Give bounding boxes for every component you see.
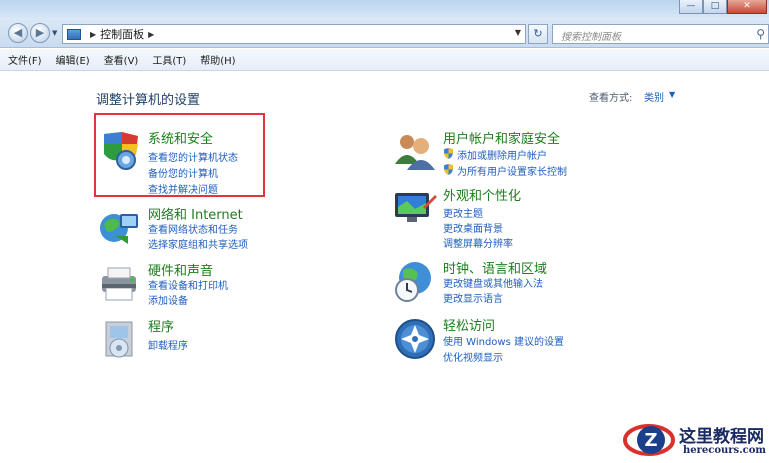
category-title[interactable]: 程序: [148, 316, 174, 335]
forward-button[interactable]: ▶: [30, 23, 50, 43]
chevron-down-icon[interactable]: ▼: [669, 90, 675, 99]
link-parental-controls[interactable]: 为所有用户设置家长控制: [443, 163, 567, 178]
view-by-label: 查看方式:: [589, 93, 633, 104]
link-change-theme[interactable]: 更改主题: [443, 205, 483, 220]
close-button[interactable]: ✕: [727, 0, 767, 14]
link-screen-resolution[interactable]: 调整屏幕分辨率: [443, 235, 513, 250]
link-desktop-background[interactable]: 更改桌面背景: [443, 220, 503, 235]
page-title: 调整计算机的设置: [96, 93, 201, 108]
menu-edit[interactable]: 编辑(E): [56, 52, 90, 67]
menu-bar: 文件(F) 编辑(E) 查看(V) 工具(T) 帮助(H): [0, 49, 769, 71]
link-display-language[interactable]: 更改显示语言: [443, 290, 503, 305]
navigation-bar: ◀ ▶ ▼ ▶ 控制面板 ▶ ▼ ↻ 搜索控制面板 ⚲: [0, 18, 769, 48]
category-title[interactable]: 轻松访问: [443, 315, 495, 334]
control-panel-icon: [67, 28, 81, 40]
category-title[interactable]: 外观和个性化: [443, 185, 521, 204]
ease-of-access-icon[interactable]: [393, 317, 437, 361]
search-input[interactable]: 搜索控制面板: [561, 28, 621, 43]
back-button[interactable]: ◀: [8, 23, 28, 43]
menu-tools[interactable]: 工具(T): [152, 52, 186, 67]
link-network-status[interactable]: 查看网络状态和任务: [148, 221, 238, 236]
search-box[interactable]: 搜索控制面板 ⚲: [552, 24, 769, 44]
menu-view[interactable]: 查看(V): [104, 52, 139, 67]
programs-disc-icon[interactable]: [98, 318, 142, 362]
link-keyboard-input[interactable]: 更改键盘或其他输入法: [443, 275, 543, 290]
watermark-domain: herecours.com: [683, 445, 767, 456]
watermark-logo: Z: [623, 424, 675, 456]
minimize-button[interactable]: —: [679, 0, 703, 14]
address-bar[interactable]: ▶ 控制面板 ▶ ▼: [62, 24, 526, 44]
uac-shield-icon: [444, 148, 453, 159]
link-devices-printers[interactable]: 查看设备和打印机: [148, 277, 228, 292]
menu-file[interactable]: 文件(F): [8, 52, 42, 67]
link-optimize-display[interactable]: 优化视频显示: [443, 349, 503, 364]
svg-text:Z: Z: [644, 430, 657, 451]
breadcrumb-chevron-icon[interactable]: ▶: [90, 30, 96, 39]
link-add-remove-users[interactable]: 添加或删除用户帐户: [443, 147, 547, 162]
watermark-text: 这里教程网: [679, 427, 764, 447]
breadcrumb-control-panel[interactable]: 控制面板: [100, 26, 144, 42]
search-icon[interactable]: ⚲: [756, 27, 765, 41]
history-dropdown-icon[interactable]: ▼: [52, 29, 57, 37]
caption-buttons: — □ ✕: [679, 0, 767, 14]
monitor-paint-icon[interactable]: [393, 187, 437, 231]
link-label: 添加或删除用户帐户: [457, 151, 547, 162]
address-dropdown-icon[interactable]: ▼: [515, 28, 521, 37]
breadcrumb-chevron-icon[interactable]: ▶: [148, 30, 154, 39]
category-title[interactable]: 用户帐户和家庭安全: [443, 128, 560, 147]
menu-help[interactable]: 帮助(H): [200, 52, 235, 67]
control-panel-content: 调整计算机的设置 查看方式: 类别 ▼ 系统和安全 查看您的计算机状态 备份您的…: [0, 72, 769, 463]
link-homegroup[interactable]: 选择家庭组和共享选项: [148, 236, 248, 251]
uac-shield-icon: [444, 164, 453, 175]
refresh-button[interactable]: ↻: [528, 24, 548, 44]
users-icon[interactable]: [393, 130, 437, 174]
network-globe-icon[interactable]: [98, 206, 142, 250]
highlight-box: [94, 113, 265, 197]
view-by-dropdown[interactable]: 类别: [644, 89, 664, 104]
title-bar: — □ ✕: [0, 0, 769, 18]
maximize-button[interactable]: □: [703, 0, 727, 14]
watermark: Z 这里教程网 herecours.com: [623, 418, 769, 463]
printer-icon[interactable]: [98, 262, 142, 306]
link-uninstall[interactable]: 卸载程序: [148, 337, 188, 352]
link-add-device[interactable]: 添加设备: [148, 292, 188, 307]
globe-clock-icon[interactable]: [393, 260, 437, 304]
link-label: 为所有用户设置家长控制: [457, 167, 567, 178]
link-recommended-settings[interactable]: 使用 Windows 建议的设置: [443, 333, 564, 348]
